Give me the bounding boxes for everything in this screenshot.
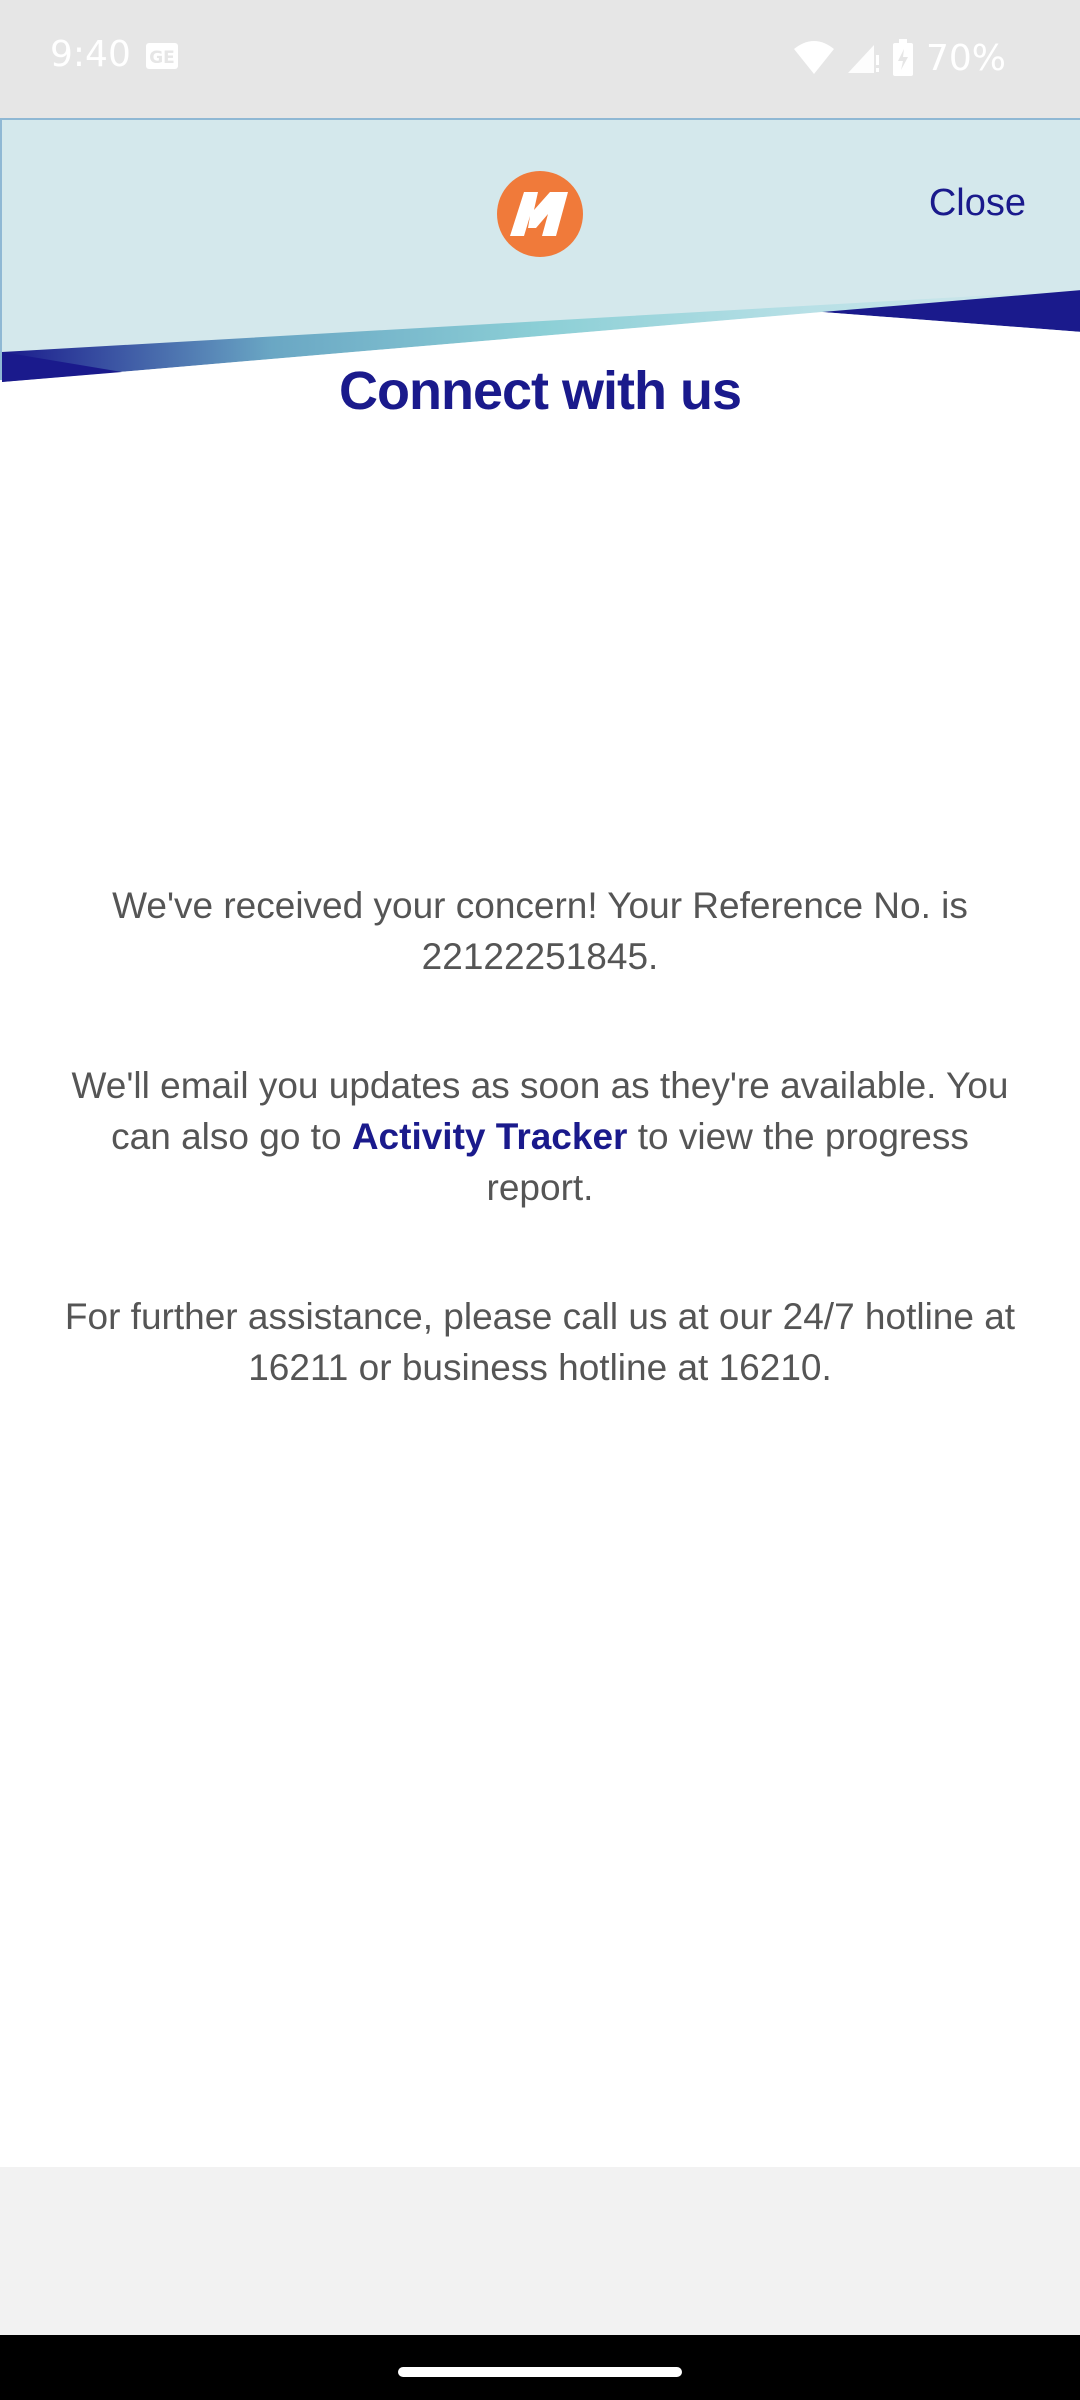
wifi-icon bbox=[793, 41, 834, 74]
updates-message: We'll email you updates as soon as they'… bbox=[60, 1060, 1020, 1213]
reference-message: We've received your concern! Your Refere… bbox=[112, 885, 968, 977]
activity-tracker-link[interactable]: Activity Tracker bbox=[352, 1116, 628, 1157]
hotline-message: For further assistance, please call us a… bbox=[64, 1296, 1016, 1388]
brand-logo-icon bbox=[497, 171, 583, 257]
status-bar: 9:40 GE 70% bbox=[0, 0, 1080, 118]
screen: 9:40 GE 70% Close Connect with us We've … bbox=[0, 0, 1080, 2400]
battery-percent: 70% bbox=[925, 37, 1006, 79]
status-time: 9:40 bbox=[50, 34, 131, 75]
signal-icon bbox=[847, 45, 879, 73]
close-button[interactable]: Close bbox=[929, 182, 1026, 225]
sim-card-icon: GE bbox=[146, 43, 178, 69]
status-icons: 70% bbox=[793, 34, 1006, 82]
battery-charging-icon bbox=[892, 39, 913, 76]
header-banner: Close bbox=[0, 118, 1080, 382]
svg-text:GE: GE bbox=[149, 48, 175, 68]
bottom-bar bbox=[0, 2167, 1080, 2335]
page-title: Connect with us bbox=[339, 361, 742, 421]
home-gesture-handle[interactable] bbox=[398, 2367, 682, 2377]
confirmation-messages: We've received your concern! Your Refere… bbox=[60, 880, 1020, 1393]
